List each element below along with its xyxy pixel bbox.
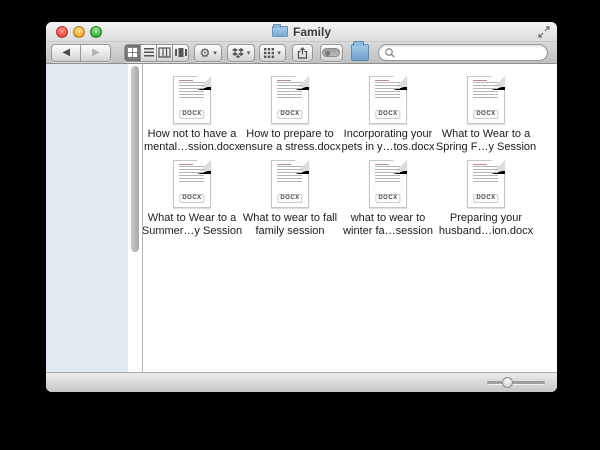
toolbar: ◀ ▶ ⚙ ▾ ▾ ▾ [46, 41, 557, 64]
new-folder-button[interactable] [350, 41, 370, 61]
file-item[interactable]: DOCX What to wear to fall family session [241, 160, 339, 244]
file-name: What to Wear to a Summer…y Session [141, 212, 243, 237]
docx-file-icon: DOCX [271, 76, 309, 124]
column-view-button[interactable] [157, 44, 173, 61]
docx-file-icon: DOCX [467, 160, 505, 208]
docx-file-icon: DOCX [271, 160, 309, 208]
search-icon [385, 47, 395, 58]
file-type-badge: DOCX [277, 110, 303, 119]
search-input[interactable] [399, 46, 542, 59]
file-type-badge: DOCX [179, 194, 205, 203]
statusbar [46, 372, 557, 392]
finder-window: Family ◀ ▶ ⚙ ▾ ▾ ▾ DOCX How not to have … [46, 22, 557, 392]
toggle-button[interactable] [319, 43, 343, 62]
docx-file-icon: DOCX [173, 160, 211, 208]
dropbox-menu-button[interactable]: ▾ [226, 43, 256, 62]
file-name: Preparing your husband…ion.docx [438, 212, 534, 237]
file-type-badge: DOCX [473, 110, 499, 119]
minimize-button[interactable] [73, 26, 85, 38]
action-menu-button[interactable]: ⚙ ▾ [194, 43, 222, 62]
file-type-badge: DOCX [375, 194, 401, 203]
arrange-grid-icon [264, 47, 275, 58]
list-view-icon [143, 48, 154, 57]
chevron-down-icon: ▾ [277, 48, 281, 57]
icon-grid: DOCX How not to have a mental…ssion.docx … [141, 76, 557, 244]
folder-icon [271, 24, 288, 37]
column-view-icon [158, 47, 171, 58]
gear-icon: ⚙ [199, 45, 211, 60]
dropbox-icon [231, 47, 244, 58]
file-name: What to wear to fall family session [242, 212, 338, 237]
icon-size-slider[interactable] [487, 377, 545, 388]
icon-view-button[interactable] [125, 44, 142, 61]
file-type-badge: DOCX [179, 110, 205, 119]
icon-view-icon [128, 48, 138, 57]
coverflow-view-button[interactable] [172, 44, 189, 61]
back-icon: ◀ [62, 47, 71, 58]
traffic-lights [56, 26, 102, 38]
docx-file-icon: DOCX [369, 160, 407, 208]
toggle-icon [322, 48, 341, 57]
forward-button[interactable]: ▶ [81, 44, 111, 61]
list-view-button[interactable] [141, 44, 158, 61]
docx-file-icon: DOCX [467, 76, 505, 124]
file-item[interactable]: DOCX What to Wear to a Summer…y Session [141, 160, 243, 244]
docx-file-icon: DOCX [369, 76, 407, 124]
file-type-badge: DOCX [473, 194, 499, 203]
sidebar[interactable] [46, 64, 128, 372]
window-title: Family [292, 24, 331, 39]
share-icon [297, 46, 307, 59]
file-item[interactable]: DOCX How to prepare to ensure a stress.do… [239, 76, 341, 160]
chevron-down-icon: ▾ [213, 48, 217, 57]
file-item[interactable]: DOCX How not to have a mental…ssion.docx [143, 76, 241, 160]
expand-arrows-icon [538, 26, 550, 38]
back-button[interactable]: ◀ [52, 44, 82, 61]
file-item[interactable]: DOCX What to Wear to a Spring F…y Session [435, 76, 537, 160]
sidebar-scrollbar[interactable] [128, 64, 143, 372]
file-name: What to Wear to a Spring F…y Session [435, 128, 537, 153]
window-content: DOCX How not to have a mental…ssion.docx … [46, 64, 557, 372]
close-button[interactable] [56, 26, 68, 38]
file-item[interactable]: DOCX Incorporating your pets in y…tos.doc… [339, 76, 437, 160]
window-title-area: Family [271, 24, 331, 39]
fullscreen-button[interactable] [538, 26, 550, 38]
file-name: How to prepare to ensure a stress.docx [239, 128, 341, 153]
zoom-button[interactable] [90, 26, 102, 38]
file-name: How not to have a mental…ssion.docx [144, 128, 240, 153]
titlebar[interactable]: Family [46, 22, 557, 42]
chevron-down-icon: ▾ [246, 48, 251, 57]
slider-knob[interactable] [501, 377, 513, 388]
file-item[interactable]: DOCX Preparing your husband…ion.docx [437, 160, 535, 244]
file-name: Incorporating your pets in y…tos.docx [341, 128, 435, 153]
nav-buttons: ◀ ▶ [51, 43, 112, 62]
share-button[interactable] [291, 43, 313, 62]
forward-icon: ▶ [92, 47, 100, 58]
arrange-menu-button[interactable]: ▾ [259, 43, 286, 62]
docx-file-icon: DOCX [173, 76, 211, 124]
file-browser[interactable]: DOCX How not to have a mental…ssion.docx … [141, 64, 557, 372]
coverflow-view-icon [174, 48, 187, 57]
file-type-badge: DOCX [375, 110, 401, 119]
file-name: what to wear to winter fa…session [343, 212, 433, 237]
file-type-badge: DOCX [277, 194, 303, 203]
scrollbar-thumb[interactable] [131, 66, 139, 252]
view-switcher [124, 43, 190, 62]
file-item[interactable]: DOCX what to wear to winter fa…session [339, 160, 437, 244]
search-field[interactable] [378, 44, 549, 61]
